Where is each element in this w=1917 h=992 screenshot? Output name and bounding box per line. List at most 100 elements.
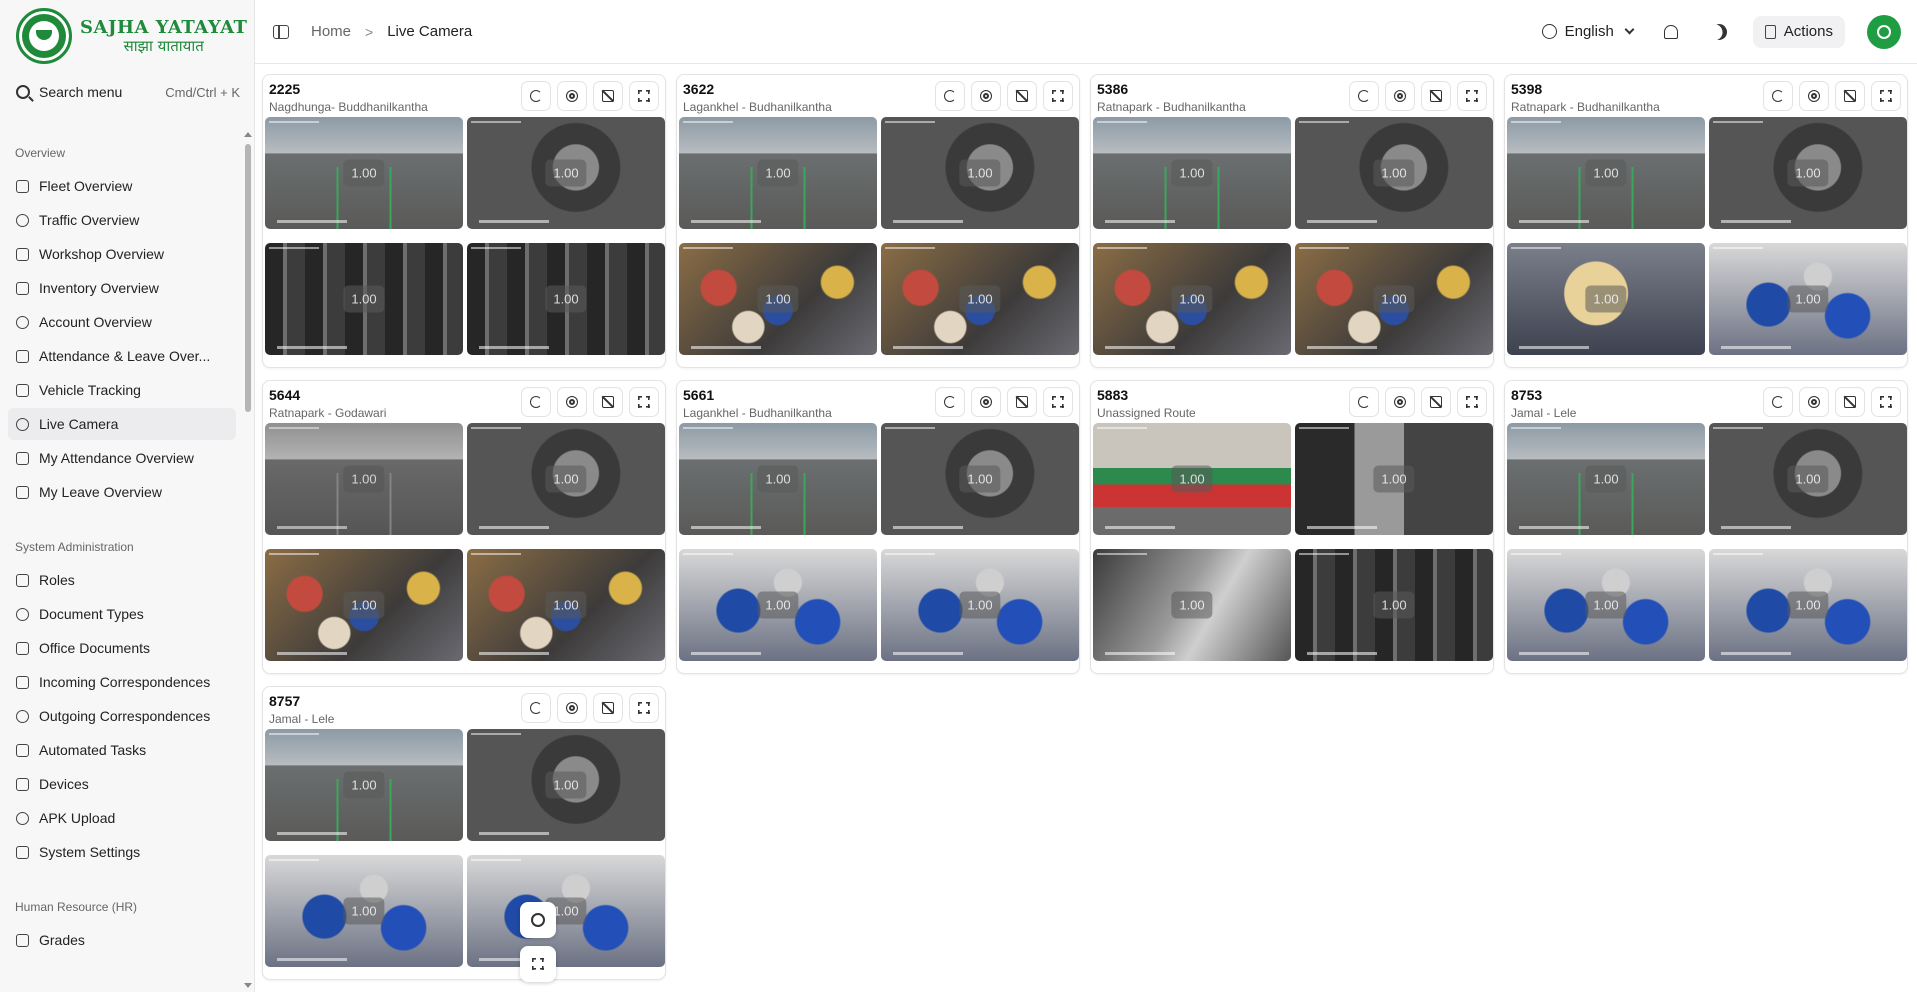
sidebar-item-vehicle-tracking[interactable]: Vehicle Tracking xyxy=(8,374,236,406)
camera-feed[interactable]: 1.00 xyxy=(1295,549,1493,661)
sidebar-toggle-icon[interactable] xyxy=(273,24,289,39)
camera-feed[interactable]: 1.00 xyxy=(1295,117,1493,229)
breadcrumb-home[interactable]: Home xyxy=(311,23,351,40)
scroll-up-icon[interactable] xyxy=(244,132,252,137)
floating-search-button[interactable] xyxy=(520,902,556,938)
sidebar-item-workshop-overview[interactable]: Workshop Overview xyxy=(8,238,236,270)
refresh-button[interactable] xyxy=(521,693,551,723)
camera-feed[interactable]: 1.00 xyxy=(265,117,463,229)
sidebar-item-automated-tasks[interactable]: Automated Tasks xyxy=(8,734,236,766)
camera-feed[interactable]: 1.00 xyxy=(1093,549,1291,661)
mute-video-button[interactable] xyxy=(593,693,623,723)
camera-feed[interactable]: 1.00 xyxy=(1295,423,1493,535)
sidebar-item-attendance-leave-over[interactable]: Attendance & Leave Over... xyxy=(8,340,236,372)
camera-feed[interactable]: 1.00 xyxy=(1709,549,1907,661)
mute-video-button[interactable] xyxy=(1835,387,1865,417)
fullscreen-button[interactable] xyxy=(629,693,659,723)
scroll-down-icon[interactable] xyxy=(244,983,252,988)
sidebar-scrollbar[interactable] xyxy=(244,132,252,992)
mute-video-button[interactable] xyxy=(593,387,623,417)
sidebar-item-fleet-overview[interactable]: Fleet Overview xyxy=(8,170,236,202)
camera-feed[interactable]: 1.00 xyxy=(1295,243,1493,355)
sidebar-item-traffic-overview[interactable]: Traffic Overview xyxy=(8,204,236,236)
floating-fullscreen-button[interactable] xyxy=(520,946,556,982)
camera-feed[interactable]: 1.00 xyxy=(467,855,665,967)
mute-video-button[interactable] xyxy=(593,81,623,111)
camera-feed[interactable]: 1.00 xyxy=(1709,243,1907,355)
camera-feed[interactable]: 1.00 xyxy=(881,117,1079,229)
camera-feed[interactable]: 1.00 xyxy=(1507,243,1705,355)
actions-button[interactable]: Actions xyxy=(1752,15,1845,48)
sidebar-item-live-camera[interactable]: Live Camera xyxy=(8,408,236,440)
language-select[interactable]: English xyxy=(1532,23,1643,40)
camera-feed[interactable]: 1.00 xyxy=(881,549,1079,661)
refresh-button[interactable] xyxy=(1763,81,1793,111)
camera-feed[interactable]: 1.00 xyxy=(265,549,463,661)
camera-feed[interactable]: 1.00 xyxy=(1507,117,1705,229)
theme-toggle-button[interactable] xyxy=(1699,14,1739,50)
camera-feed[interactable]: 1.00 xyxy=(467,243,665,355)
camera-feed[interactable]: 1.00 xyxy=(1507,423,1705,535)
refresh-button[interactable] xyxy=(1763,387,1793,417)
mute-video-button[interactable] xyxy=(1835,81,1865,111)
fullscreen-button[interactable] xyxy=(1043,387,1073,417)
user-avatar[interactable] xyxy=(1867,14,1901,49)
record-button[interactable] xyxy=(1385,81,1415,111)
camera-feed[interactable]: 1.00 xyxy=(265,243,463,355)
camera-feed[interactable]: 1.00 xyxy=(679,243,877,355)
sidebar-item-office-documents[interactable]: Office Documents xyxy=(8,632,236,664)
camera-feed[interactable]: 1.00 xyxy=(265,855,463,967)
fullscreen-button[interactable] xyxy=(629,387,659,417)
sidebar-item-inventory-overview[interactable]: Inventory Overview xyxy=(8,272,236,304)
fullscreen-button[interactable] xyxy=(1871,387,1901,417)
record-button[interactable] xyxy=(971,387,1001,417)
brand-logo[interactable]: SAJHA YATAYAT साझा यातायात xyxy=(0,0,254,72)
record-button[interactable] xyxy=(1799,387,1829,417)
camera-feed[interactable]: 1.00 xyxy=(1709,423,1907,535)
sidebar-item-devices[interactable]: Devices xyxy=(8,768,236,800)
refresh-button[interactable] xyxy=(1349,81,1379,111)
record-button[interactable] xyxy=(557,81,587,111)
sidebar-item-incoming-correspondences[interactable]: Incoming Correspondences xyxy=(8,666,236,698)
refresh-button[interactable] xyxy=(521,387,551,417)
notifications-button[interactable] xyxy=(1651,14,1691,50)
camera-feed[interactable]: 1.00 xyxy=(679,423,877,535)
fullscreen-button[interactable] xyxy=(1871,81,1901,111)
fullscreen-button[interactable] xyxy=(629,81,659,111)
fullscreen-button[interactable] xyxy=(1043,81,1073,111)
camera-feed[interactable]: 1.00 xyxy=(679,549,877,661)
camera-feed[interactable]: 1.00 xyxy=(265,423,463,535)
camera-feed[interactable]: 1.00 xyxy=(467,117,665,229)
camera-feed[interactable]: 1.00 xyxy=(679,117,877,229)
sidebar-item-my-attendance-overview[interactable]: My Attendance Overview xyxy=(8,442,236,474)
mute-video-button[interactable] xyxy=(1007,387,1037,417)
sidebar-item-document-types[interactable]: Document Types xyxy=(8,598,236,630)
record-button[interactable] xyxy=(557,693,587,723)
sidebar-item-grades[interactable]: Grades xyxy=(8,924,236,956)
record-button[interactable] xyxy=(1799,81,1829,111)
refresh-button[interactable] xyxy=(521,81,551,111)
camera-feed[interactable]: 1.00 xyxy=(1093,117,1291,229)
fullscreen-button[interactable] xyxy=(1457,81,1487,111)
record-button[interactable] xyxy=(1385,387,1415,417)
camera-feed[interactable]: 1.00 xyxy=(881,243,1079,355)
sidebar-item-outgoing-correspondences[interactable]: Outgoing Correspondences xyxy=(8,700,236,732)
mute-video-button[interactable] xyxy=(1421,81,1451,111)
refresh-button[interactable] xyxy=(1349,387,1379,417)
refresh-button[interactable] xyxy=(935,81,965,111)
sidebar-item-roles[interactable]: Roles xyxy=(8,564,236,596)
camera-feed[interactable]: 1.00 xyxy=(1709,117,1907,229)
camera-feed[interactable]: 1.00 xyxy=(1093,423,1291,535)
camera-feed[interactable]: 1.00 xyxy=(467,729,665,841)
record-button[interactable] xyxy=(557,387,587,417)
sidebar-item-account-overview[interactable]: Account Overview xyxy=(8,306,236,338)
fullscreen-button[interactable] xyxy=(1457,387,1487,417)
mute-video-button[interactable] xyxy=(1421,387,1451,417)
refresh-button[interactable] xyxy=(935,387,965,417)
camera-feed[interactable]: 1.00 xyxy=(1093,243,1291,355)
scrollbar-thumb[interactable] xyxy=(245,144,251,412)
sidebar-item-system-settings[interactable]: System Settings xyxy=(8,836,236,868)
camera-feed[interactable]: 1.00 xyxy=(881,423,1079,535)
camera-feed[interactable]: 1.00 xyxy=(467,423,665,535)
camera-feed[interactable]: 1.00 xyxy=(265,729,463,841)
